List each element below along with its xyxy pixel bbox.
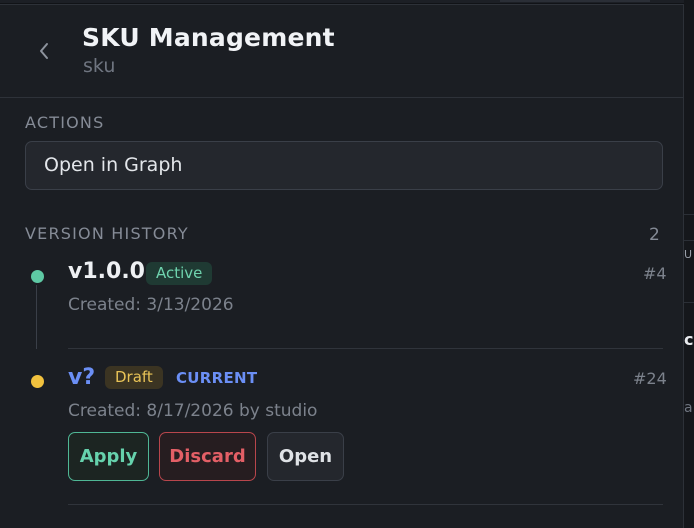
- background-text: a: [684, 400, 693, 416]
- version-number: #24: [633, 369, 667, 388]
- back-button[interactable]: [30, 37, 58, 65]
- timeline-connector: [36, 285, 37, 349]
- open-in-graph-button[interactable]: Open in Graph: [25, 141, 663, 190]
- background-divider: [684, 214, 694, 215]
- page-title: SKU Management: [82, 23, 335, 52]
- chevron-left-icon: [40, 43, 48, 59]
- background-top-edge: [0, 0, 694, 3]
- version-name[interactable]: v?: [68, 365, 95, 390]
- version-count: 2: [649, 225, 660, 245]
- open-version-button[interactable]: Open: [267, 432, 344, 481]
- apply-button[interactable]: Apply: [68, 432, 149, 481]
- version-created: Created: 3/13/2026: [68, 295, 234, 315]
- status-badge-draft: Draft: [105, 366, 163, 389]
- page-subtitle: sku: [83, 55, 116, 77]
- background-divider: [684, 302, 694, 303]
- background-text: c: [684, 330, 694, 349]
- status-dot-draft: [31, 375, 44, 388]
- actions-section-label: ACTIONS: [25, 113, 105, 132]
- background-text: U: [684, 248, 693, 261]
- discard-button[interactable]: Discard: [159, 432, 256, 481]
- version-divider: [68, 348, 663, 349]
- status-badge-active: Active: [146, 262, 213, 285]
- current-tag: CURRENT: [176, 369, 258, 387]
- version-divider: [68, 504, 663, 505]
- background-divider: [684, 240, 694, 241]
- version-number: #4: [643, 264, 667, 283]
- status-dot-active: [31, 270, 44, 283]
- version-created: Created: 8/17/2026 by studio: [68, 401, 318, 421]
- background-right-strip: U c a: [684, 0, 694, 528]
- panel-header: SKU Management sku: [0, 5, 684, 98]
- sku-detail-panel: SKU Management sku ACTIONS Open in Graph…: [0, 4, 684, 528]
- version-name[interactable]: v1.0.0: [68, 259, 145, 284]
- version-history-label: VERSION HISTORY: [25, 224, 189, 243]
- background-top-segment: [500, 0, 650, 2]
